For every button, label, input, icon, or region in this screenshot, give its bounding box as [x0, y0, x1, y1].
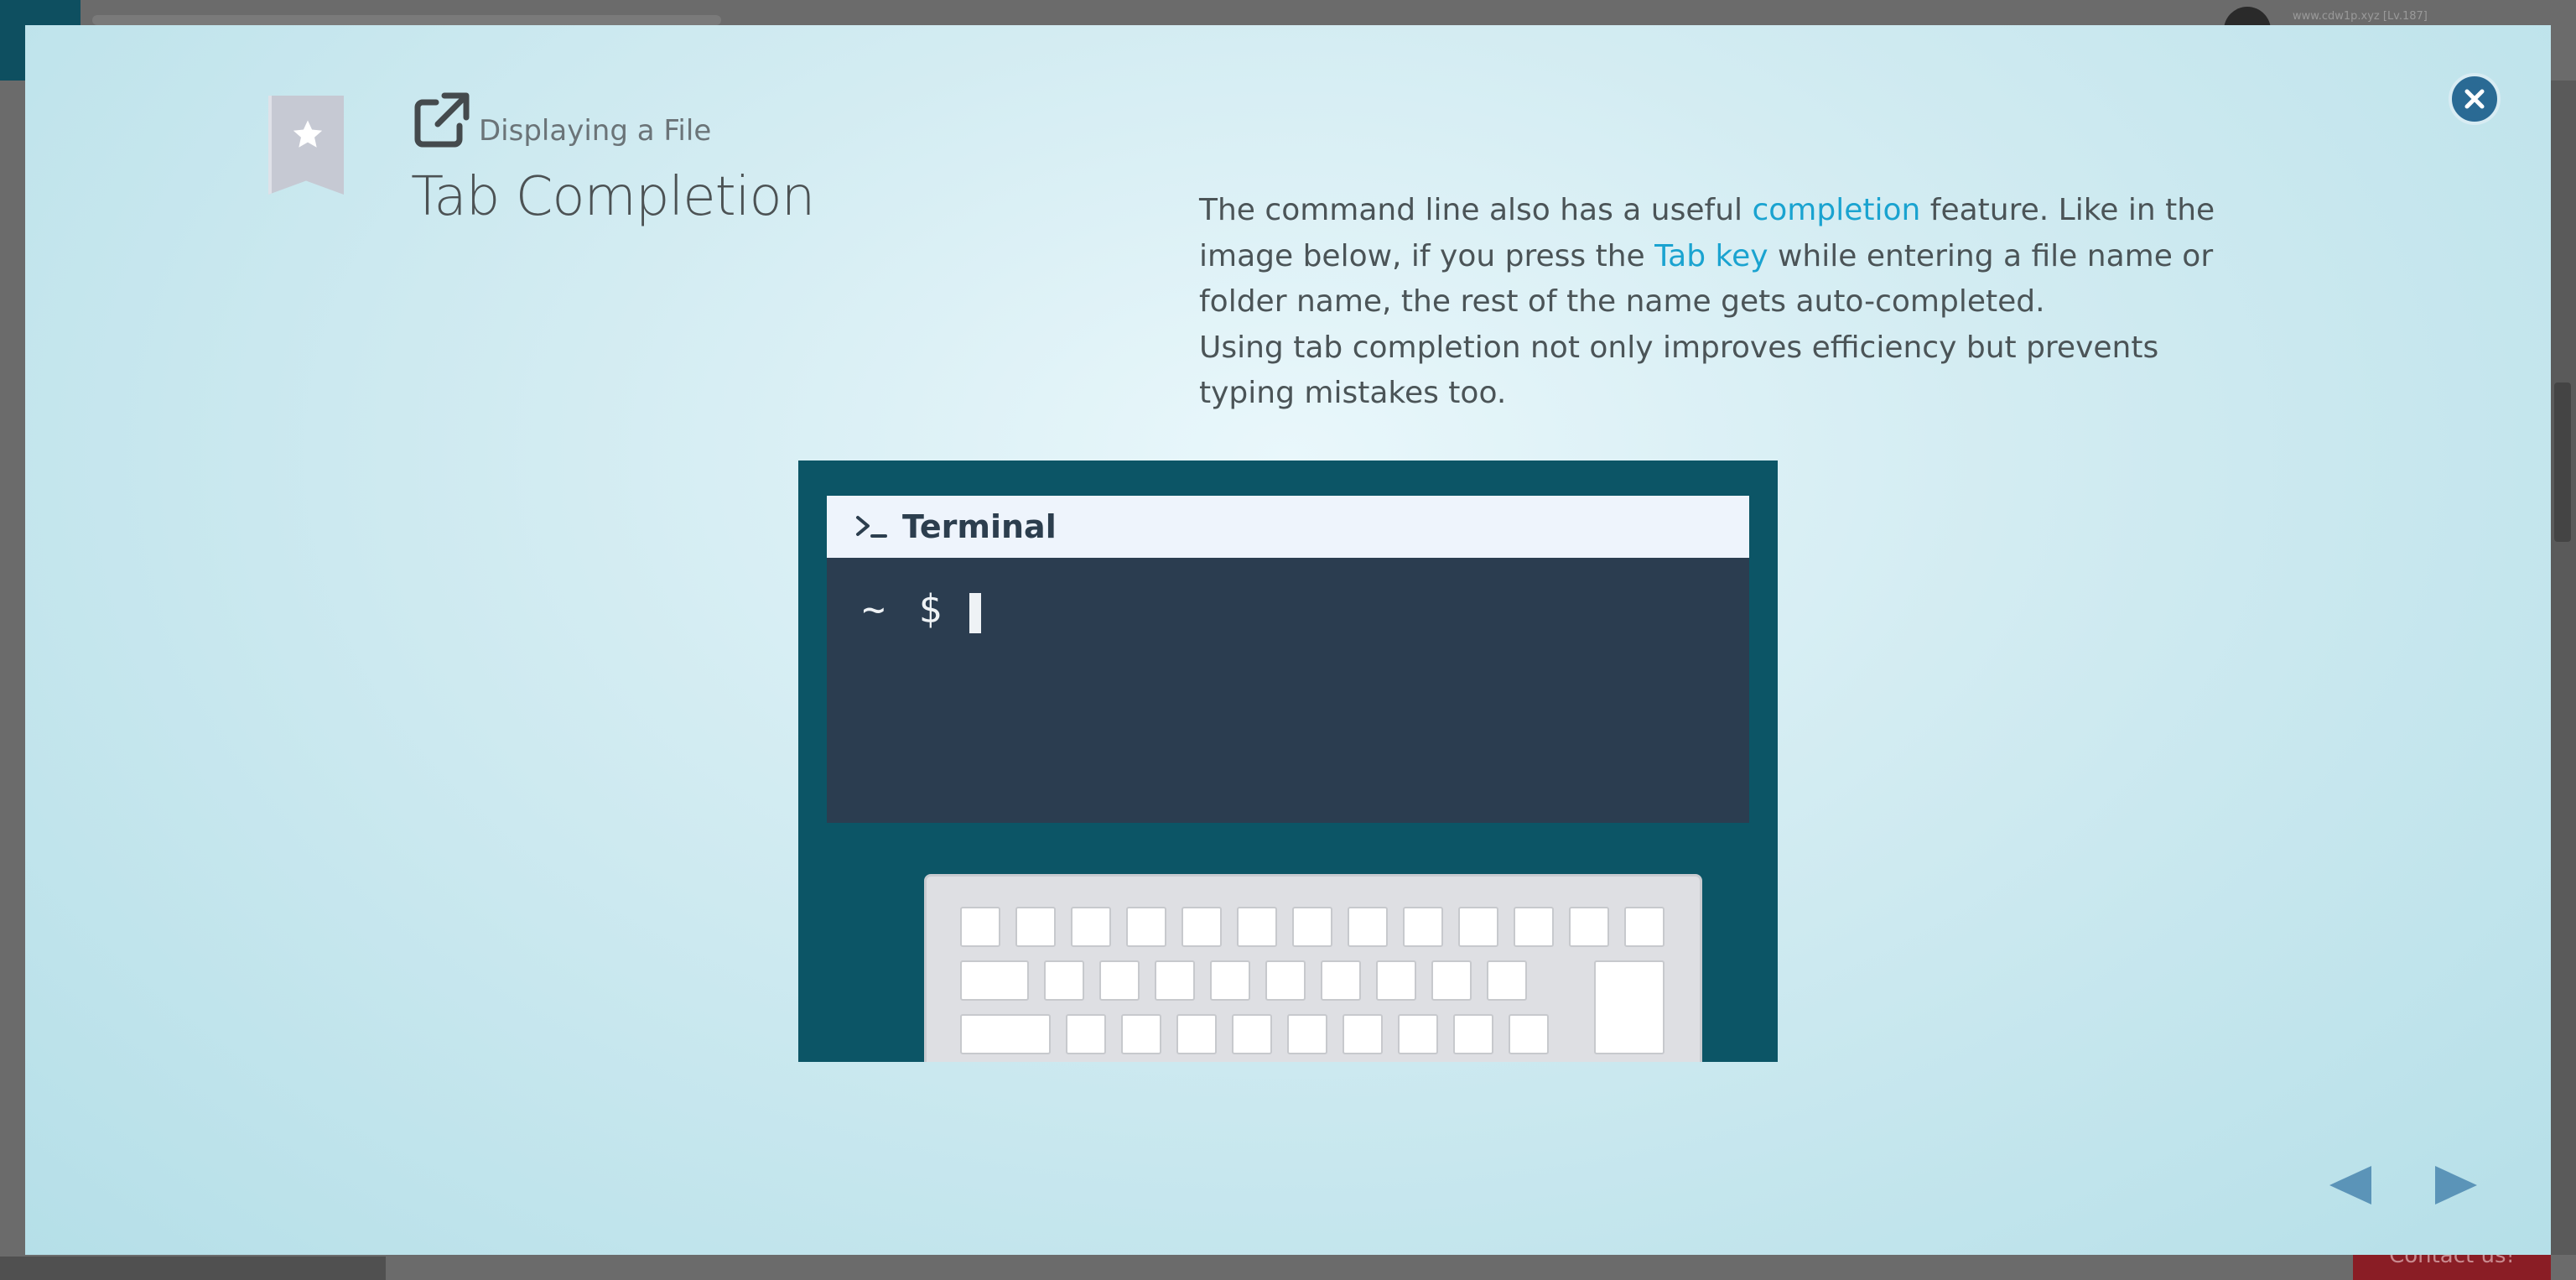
keyboard-key: [1210, 960, 1250, 1001]
page-title: Tab Completion: [411, 166, 815, 228]
terminal-title-bar: Terminal: [827, 496, 1749, 558]
keyboard-key: [1066, 1014, 1106, 1054]
keyboard-key: [1044, 960, 1084, 1001]
terminal-prompt: ~ $: [862, 586, 948, 632]
keyboard-key: [1232, 1014, 1272, 1054]
terminal-title: Terminal: [902, 508, 1057, 545]
keyboard-key-enter: [1594, 960, 1665, 1054]
terminal-body: ~ $: [827, 558, 1749, 823]
keyboard-key: [1453, 1014, 1493, 1054]
keyboard-key: [1071, 907, 1111, 947]
user-label: www.cdw1p.xyz [Lv.187]: [2293, 10, 2428, 23]
keyboard-key: [1099, 960, 1140, 1001]
keyboard-key: [1321, 960, 1361, 1001]
lesson-modal: Displaying a File Tab Completion The com…: [25, 25, 2551, 1255]
close-icon: [2464, 89, 2485, 109]
lesson-paragraph: Using tab completion not only improves e…: [1199, 330, 2159, 411]
keyboard-key: [1624, 907, 1665, 947]
keyboard-key: [1265, 960, 1306, 1001]
keyboard-key: [1458, 907, 1498, 947]
keyboard-graphic: [924, 874, 1702, 1062]
keyboard-key: [1292, 907, 1332, 947]
background-topbar: [92, 15, 721, 25]
keyboard-key: [1182, 907, 1222, 947]
keyboard-key: [960, 1014, 1051, 1054]
keyboard-key: [960, 907, 1000, 947]
keyboard-key: [1343, 1014, 1383, 1054]
keyboard-key: [1487, 960, 1527, 1001]
keyboard-key: [1348, 907, 1388, 947]
tab-key-link[interactable]: Tab key: [1654, 239, 1768, 273]
terminal-cursor: [969, 593, 981, 633]
close-button[interactable]: [2449, 73, 2501, 125]
keyboard-key: [1126, 907, 1166, 947]
keyboard-key: [1398, 1014, 1438, 1054]
keyboard-key: [1155, 960, 1195, 1001]
keyboard-key: [1514, 907, 1554, 947]
completion-link[interactable]: completion: [1752, 193, 1920, 227]
lesson-body: The command line also has a useful compl…: [1199, 188, 2256, 417]
triangle-left-icon[interactable]: [2326, 1163, 2376, 1208]
triangle-right-icon[interactable]: [2430, 1163, 2480, 1208]
background-bottombar: [0, 1257, 386, 1280]
body-text-segment: The command line also has a useful: [1199, 193, 1753, 227]
keyboard-key: [1015, 907, 1056, 947]
keyboard-key: [1431, 960, 1472, 1001]
lesson-paragraph: The command line also has a useful compl…: [1199, 188, 2256, 325]
lesson-category: Displaying a File: [479, 114, 712, 148]
keyboard-key: [1237, 907, 1277, 947]
scrollbar-thumb: [2554, 382, 2571, 542]
terminal-prompt-icon: [856, 516, 887, 538]
keyboard-key: [1403, 907, 1443, 947]
keyboard-key: [1376, 960, 1416, 1001]
keyboard-key: [1287, 1014, 1327, 1054]
external-link-icon: [414, 92, 470, 148]
background-scrollbar: [2549, 81, 2576, 1255]
terminal-illustration: Terminal ~ $: [798, 460, 1778, 1062]
keyboard-key: [1509, 1014, 1549, 1054]
keyboard-key: [960, 960, 1029, 1001]
keyboard-key: [1569, 907, 1609, 947]
star-icon: [293, 120, 323, 148]
keyboard-key: [1121, 1014, 1161, 1054]
keyboard-key: [1176, 1014, 1217, 1054]
bookmark-ribbon[interactable]: [268, 96, 344, 195]
